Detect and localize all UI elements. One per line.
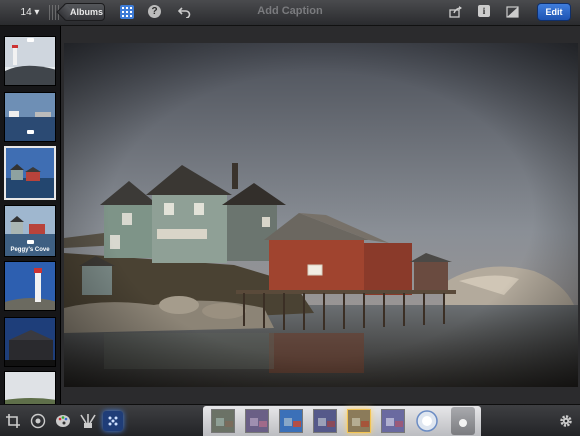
info-icon[interactable]: i — [478, 5, 490, 17]
help-icon[interactable]: ? — [148, 5, 161, 18]
edited-badge-icon — [27, 240, 34, 244]
preset-thumbnail[interactable] — [313, 409, 337, 433]
albums-button-label: Albums — [69, 7, 103, 17]
photo-canvas — [61, 26, 580, 404]
undo-icon[interactable] — [177, 5, 191, 19]
crop-icon[interactable] — [3, 411, 23, 431]
thumbnail-clouds-landscape[interactable] — [4, 371, 56, 404]
filmstrip[interactable]: Peggy's Cove — [0, 26, 61, 404]
photo-count-button[interactable]: 14 ▾ — [12, 3, 48, 21]
edit-button[interactable]: Edit — [537, 3, 571, 21]
effects-preset-tray — [203, 406, 481, 436]
thumbnail-lighthouse-blue-sky[interactable] — [4, 261, 56, 311]
thumbnail-image — [5, 262, 55, 310]
top-toolbar: 14 ▾ Albums ? Add Caption i Edit — [0, 0, 580, 26]
gear-icon[interactable] — [556, 411, 576, 431]
thumbnail-image — [5, 93, 55, 141]
peggys-cove-photo — [64, 43, 578, 387]
thumbnail-boats-harbor[interactable] — [4, 92, 56, 142]
albums-back-button[interactable]: Albums — [63, 3, 105, 21]
grid-icon[interactable] — [120, 5, 134, 19]
caption-field[interactable]: Add Caption — [230, 5, 350, 17]
preset-thumbnail-selected[interactable] — [347, 409, 371, 433]
thumbnail-image — [5, 318, 55, 366]
thumbnail-image — [6, 148, 54, 198]
strength-slider-handle[interactable] — [451, 407, 475, 435]
thumbnail-peggys-cove-houses[interactable] — [4, 146, 56, 200]
bottom-toolbar — [0, 404, 580, 436]
main-photo[interactable] — [64, 43, 578, 387]
thumbnail-lighthouse-snow[interactable] — [4, 36, 56, 86]
share-icon[interactable] — [449, 5, 463, 19]
preset-thumbnail[interactable] — [211, 409, 235, 433]
palette-icon[interactable] — [53, 411, 73, 431]
thumbnail-caption: Peggy's Cove — [10, 247, 50, 253]
edited-badge-icon — [27, 130, 34, 134]
effects-icon[interactable] — [103, 411, 123, 431]
compare-icon[interactable] — [505, 5, 519, 19]
thumbnail-image — [5, 372, 55, 404]
preset-thumbnail[interactable] — [279, 409, 303, 433]
edited-badge-icon — [27, 38, 34, 42]
thumbnail-building-dusk[interactable] — [4, 317, 56, 367]
vignette-toggle-icon[interactable] — [415, 409, 439, 433]
thumbnail-image — [5, 37, 55, 85]
thumbnail-peggys-cove[interactable]: Peggy's Cove — [4, 205, 56, 257]
brushes-icon[interactable] — [78, 411, 98, 431]
preset-thumbnail[interactable] — [245, 409, 269, 433]
preset-thumbnail[interactable] — [381, 409, 405, 433]
aperture-icon[interactable] — [28, 411, 48, 431]
